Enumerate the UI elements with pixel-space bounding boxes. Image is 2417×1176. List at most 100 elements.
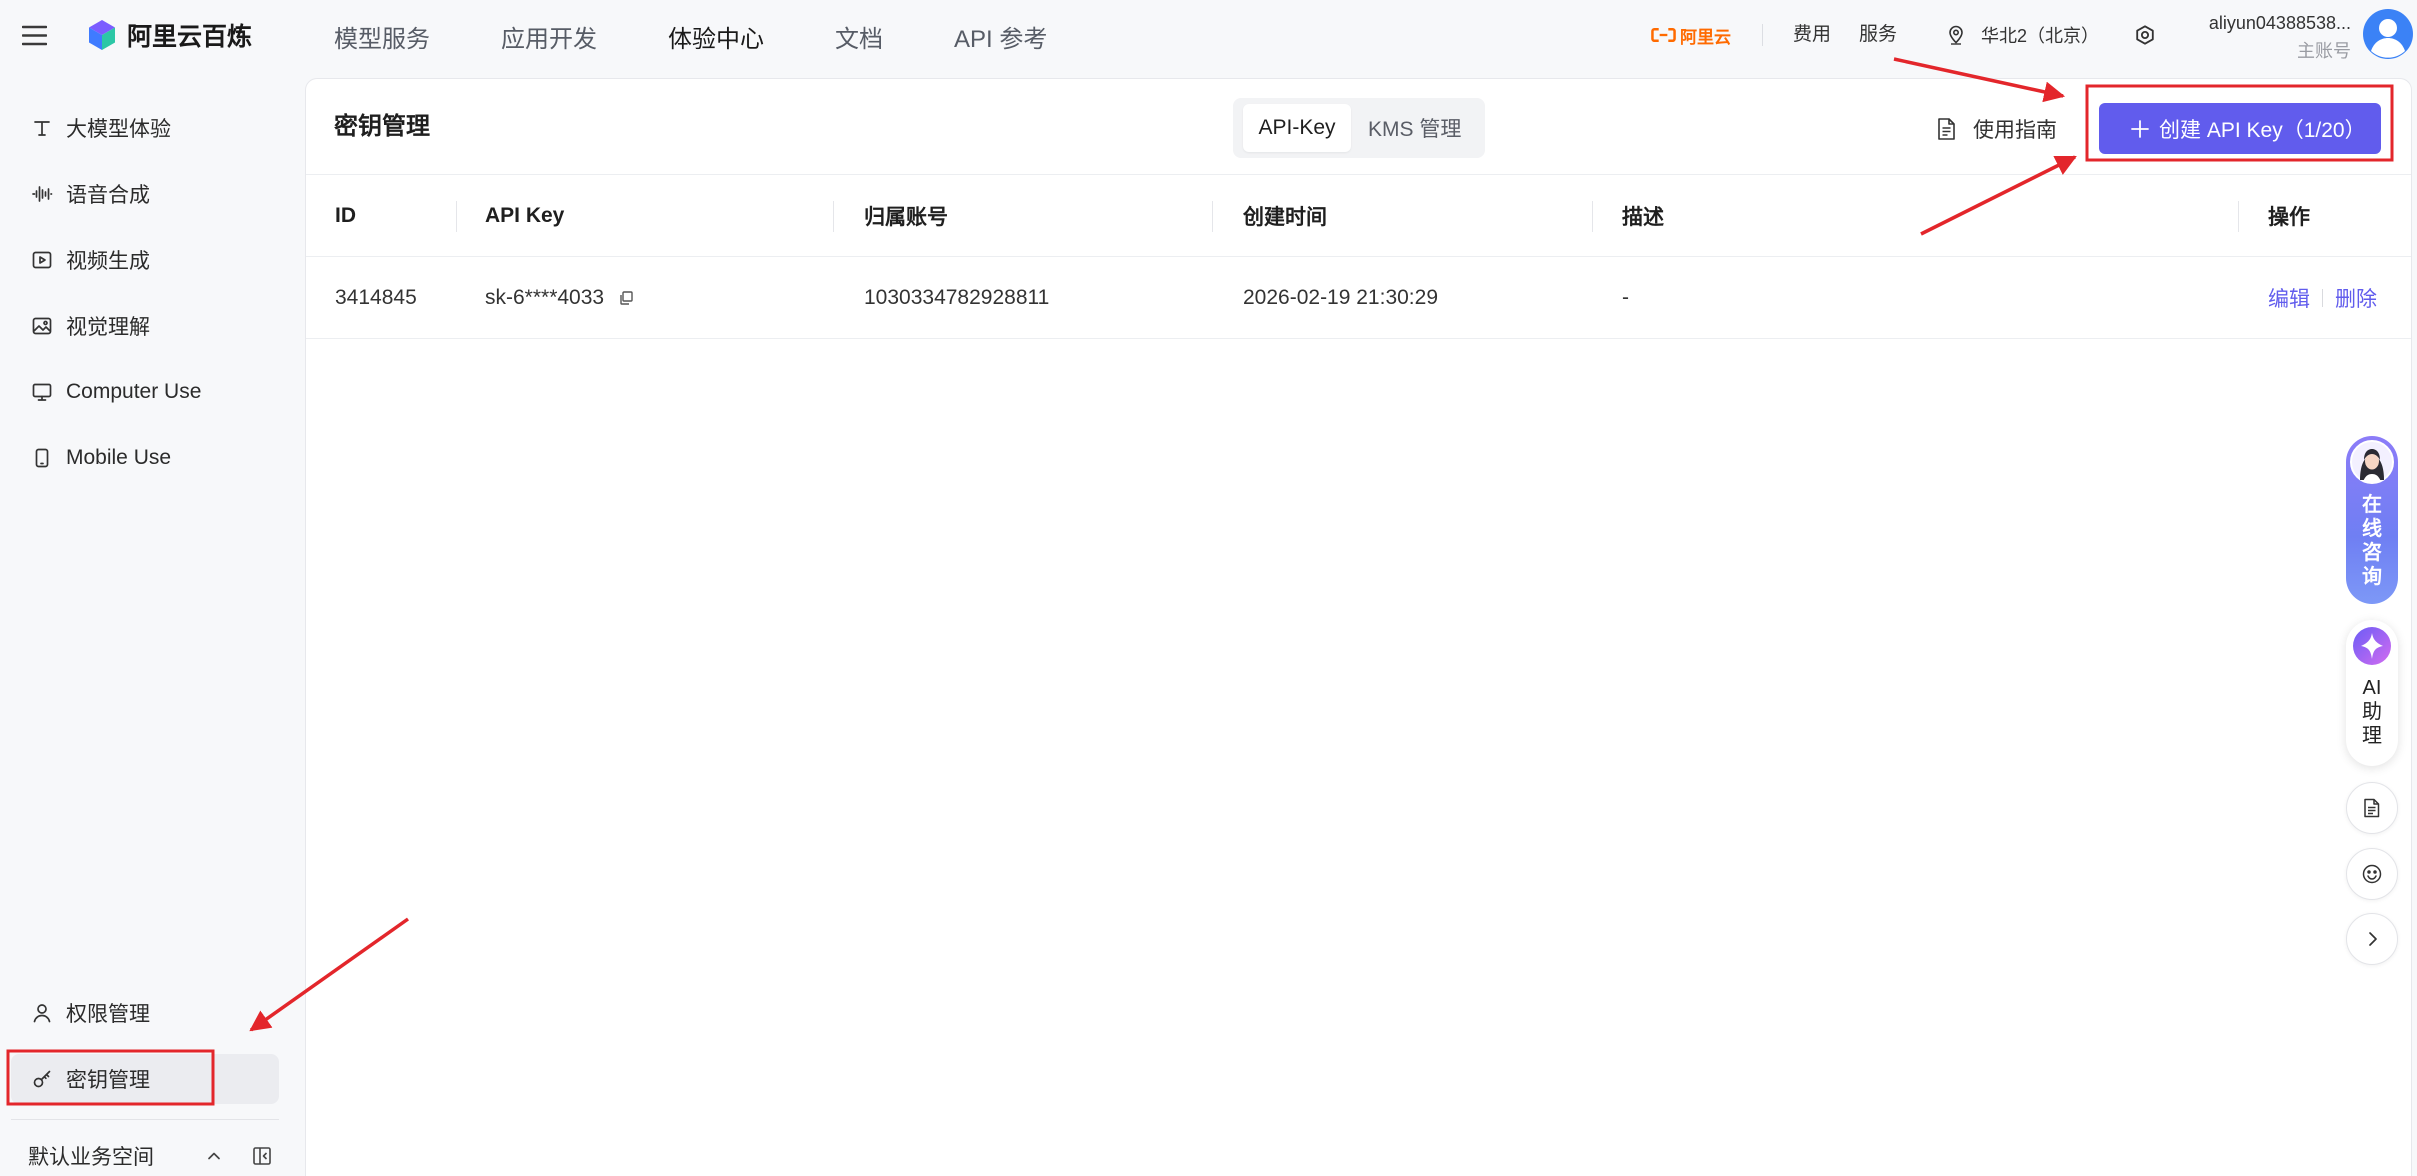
- column-header-description: 描述: [1622, 206, 1664, 229]
- key-management-panel: 密钥管理 API-Key KMS 管理 使用指南 创建 API Key（1/20…: [305, 78, 2412, 1176]
- float-document-button[interactable]: [2346, 782, 2398, 834]
- column-header-created-at: 创建时间: [1243, 206, 1327, 229]
- ai-assistant-label: AI助理: [2362, 677, 2382, 747]
- page-title: 密钥管理: [334, 113, 430, 140]
- aliyun-logo-icon: [1651, 27, 1676, 43]
- ai-star-icon: [2353, 627, 2391, 665]
- sidebar-item-label: 语音合成: [66, 184, 150, 207]
- column-header-actions: 操作: [2268, 206, 2310, 229]
- region-selector[interactable]: 华北2（北京）: [1948, 23, 2099, 47]
- settings-gear-icon[interactable]: [2134, 24, 2156, 46]
- sidebar-item-permissions[interactable]: 权限管理: [11, 988, 279, 1038]
- column-header-api-key: API Key: [485, 204, 565, 227]
- create-api-key-button[interactable]: 创建 API Key（1/20）: [2099, 103, 2381, 154]
- online-consult-button[interactable]: 在线咨询: [2346, 436, 2398, 604]
- main-nav: 模型服务 应用开发 体验中心 文档 API 参考: [334, 0, 1047, 72]
- sidebar-divider: [11, 1119, 279, 1120]
- aliyun-brand-link[interactable]: 阿里云: [1651, 23, 1731, 47]
- aliyun-brand-text: 阿里云: [1680, 27, 1731, 47]
- workspace-switcher: 默认业务空间: [28, 1136, 279, 1176]
- emoji-icon: [2362, 864, 2382, 884]
- user-role: 主账号: [2297, 41, 2351, 61]
- column-separator: [2238, 201, 2239, 232]
- float-collapse-button[interactable]: [2346, 913, 2398, 965]
- tab-api-key[interactable]: API-Key: [1243, 104, 1351, 152]
- sidebar-item-label: 大模型体验: [66, 118, 171, 141]
- nav-model-service[interactable]: 模型服务: [334, 19, 430, 54]
- avatar[interactable]: [2363, 9, 2413, 59]
- sidebar: 大模型体验 语音合成 视频生成 视觉理解 Computer Use Mobile…: [0, 72, 305, 1176]
- top-navigation-bar: 阿里云百炼 模型服务 应用开发 体验中心 文档 API 参考 阿里云 费用 服务…: [0, 0, 2417, 72]
- sidebar-item-label: 权限管理: [66, 1003, 150, 1026]
- key-type-tabs: API-Key KMS 管理: [1233, 98, 1485, 158]
- cell-created-at: 2026-02-19 21:30:29: [1243, 286, 1438, 309]
- product-logo[interactable]: 阿里云百炼: [85, 17, 252, 53]
- cell-account: 1030334782928811: [864, 286, 1050, 309]
- sidebar-item-computer-use[interactable]: Computer Use: [11, 367, 279, 417]
- panel-header: 密钥管理 API-Key KMS 管理 使用指南 创建 API Key（1/20…: [306, 79, 2411, 175]
- sidebar-item-speech-synthesis[interactable]: 语音合成: [11, 169, 279, 219]
- audio-wave-icon: [32, 186, 53, 202]
- bailian-logo-icon: [89, 20, 115, 50]
- key-icon: [33, 1070, 51, 1088]
- product-name: 阿里云百炼: [127, 23, 253, 51]
- sidebar-item-label: 密钥管理: [66, 1069, 150, 1092]
- image-icon: [32, 317, 52, 335]
- action-separator: [2322, 289, 2323, 307]
- usage-guide-link[interactable]: 使用指南: [1937, 115, 2057, 143]
- chevron-right-icon: [2369, 932, 2377, 946]
- cell-description: -: [1622, 286, 1629, 309]
- column-separator: [1592, 201, 1593, 232]
- create-api-key-label: 创建 API Key（1/20）: [2159, 118, 2366, 142]
- table-row: 3414845 sk-6****4033 1030334782928811 20…: [306, 258, 2411, 339]
- location-pin-icon: [1949, 25, 1963, 45]
- sidebar-item-label: Mobile Use: [66, 446, 172, 469]
- delete-button[interactable]: 删除: [2335, 283, 2377, 313]
- user-name: aliyun04388538...: [2208, 13, 2351, 33]
- header-divider: [1762, 24, 1763, 46]
- mobile-icon: [35, 448, 49, 468]
- sidebar-item-visual-understanding[interactable]: 视觉理解: [11, 301, 279, 351]
- column-separator: [833, 201, 834, 232]
- service-link[interactable]: 服务: [1859, 23, 1897, 47]
- sidebar-item-mobile-use[interactable]: Mobile Use: [11, 433, 279, 483]
- billing-link[interactable]: 费用: [1793, 23, 1831, 47]
- sidebar-item-llm-experience[interactable]: 大模型体验: [11, 103, 279, 153]
- column-separator: [456, 201, 457, 232]
- float-feedback-button[interactable]: [2346, 848, 2398, 900]
- cell-id: 3414845: [335, 286, 417, 309]
- cell-api-key: sk-6****4033: [485, 258, 634, 338]
- api-key-value: sk-6****4033: [485, 286, 605, 309]
- edit-button[interactable]: 编辑: [2268, 283, 2310, 313]
- sidebar-item-key-management[interactable]: 密钥管理: [11, 1054, 279, 1104]
- sidebar-item-video-generation[interactable]: 视频生成: [11, 235, 279, 285]
- nav-api-reference[interactable]: API 参考: [954, 19, 1047, 54]
- consultant-avatar-icon: [2350, 440, 2394, 484]
- text-icon: [34, 121, 50, 136]
- column-header-id: ID: [335, 204, 356, 227]
- tab-kms-management[interactable]: KMS 管理: [1368, 104, 1461, 152]
- table-header: ID API Key 归属账号 创建时间 描述 操作: [306, 176, 2411, 257]
- user-account-menu[interactable]: aliyun04388538... 主账号: [2209, 14, 2351, 60]
- usage-guide-label: 使用指南: [1973, 119, 2057, 142]
- collapse-sidebar-icon[interactable]: [251, 1145, 273, 1167]
- sidebar-item-label: 视频生成: [66, 250, 150, 273]
- ai-assistant-button[interactable]: AI助理: [2346, 620, 2398, 766]
- document-icon: [1938, 118, 1955, 140]
- workspace-name[interactable]: 默认业务空间: [28, 1141, 154, 1171]
- nav-app-development[interactable]: 应用开发: [501, 19, 597, 54]
- plus-icon: [2131, 119, 2149, 138]
- sidebar-item-label: Computer Use: [66, 380, 202, 403]
- sidebar-item-label: 视觉理解: [66, 316, 150, 339]
- column-separator: [1212, 201, 1213, 232]
- video-icon: [32, 251, 52, 269]
- nav-experience-center[interactable]: 体验中心: [668, 19, 764, 54]
- user-icon: [33, 1004, 51, 1023]
- online-consult-label: 在线咨询: [2362, 494, 2382, 588]
- document-icon: [2364, 798, 2380, 818]
- nav-docs[interactable]: 文档: [835, 19, 883, 54]
- chevron-up-icon[interactable]: [203, 1145, 225, 1167]
- menu-icon[interactable]: [22, 25, 47, 46]
- copy-icon[interactable]: [618, 290, 634, 306]
- cell-actions: 编辑 删除: [2268, 258, 2377, 338]
